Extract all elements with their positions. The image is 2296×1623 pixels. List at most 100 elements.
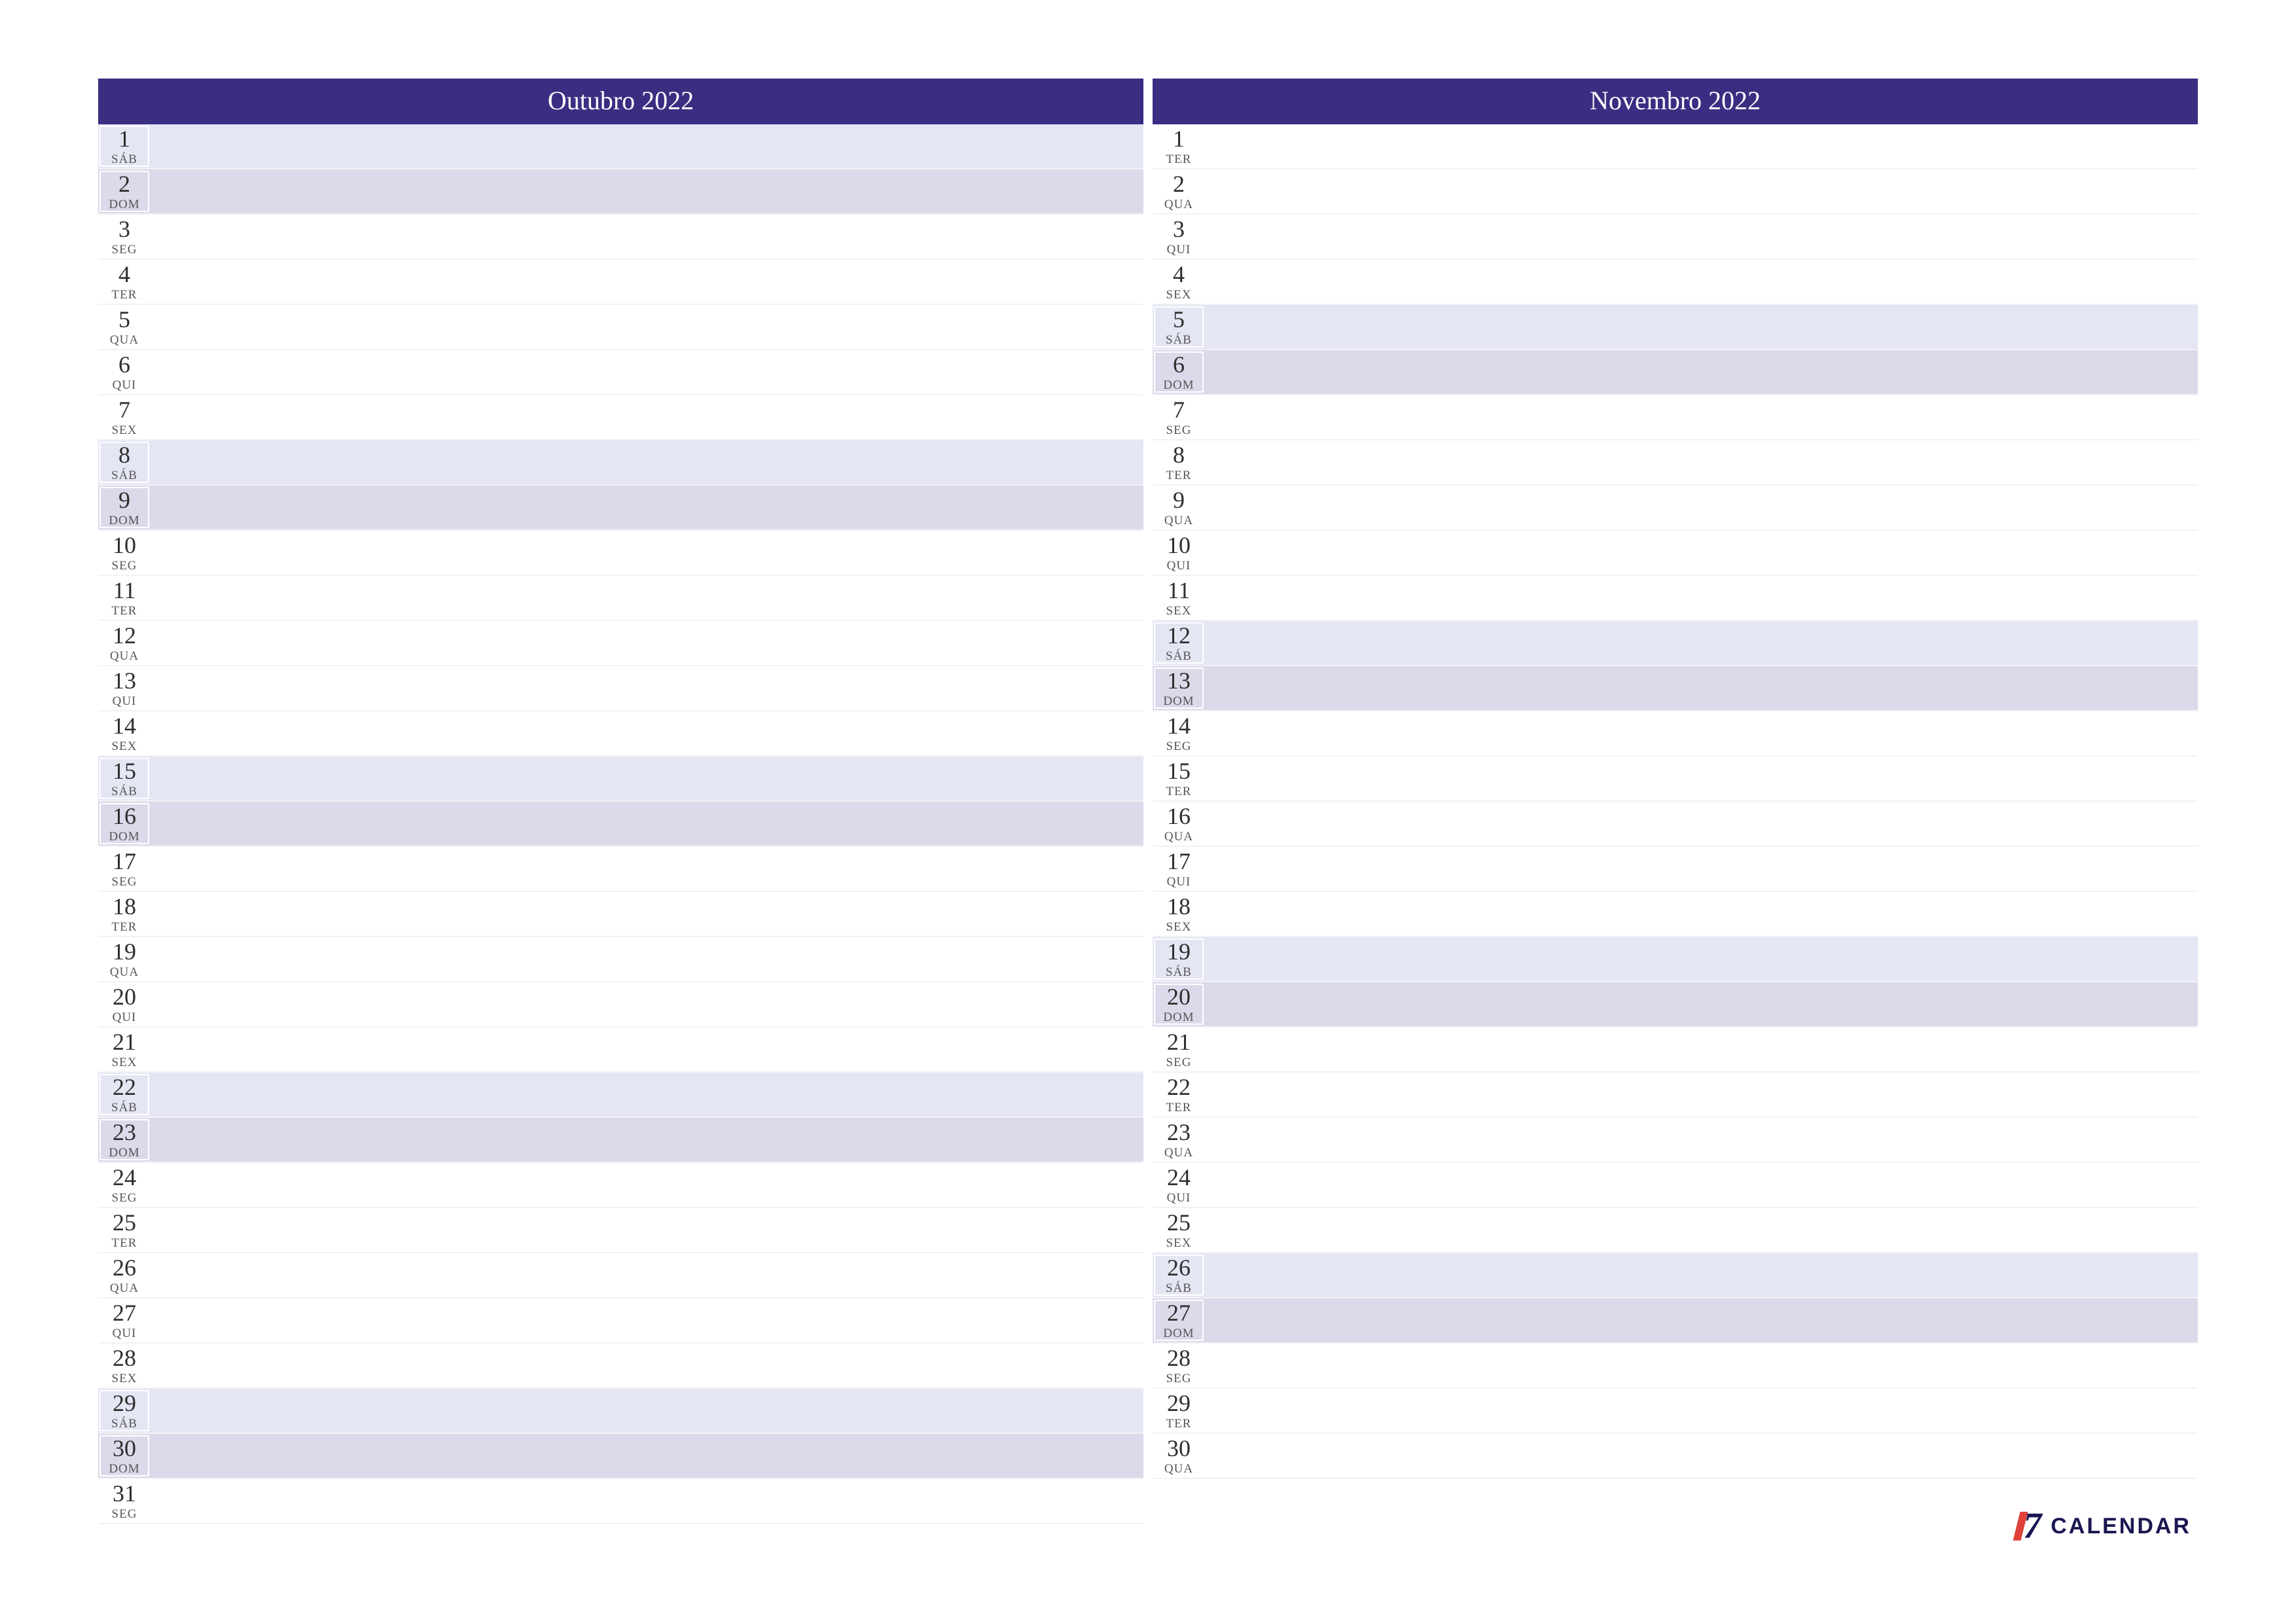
day-row: 18SEX (1153, 892, 2198, 937)
day-row: 4TER (98, 260, 1143, 305)
day-abbr: QUI (1153, 560, 1205, 572)
note-area (151, 1344, 1143, 1387)
day-cell: 10SEG (98, 531, 151, 575)
day-number: 25 (1153, 1211, 1205, 1234)
note-area (1204, 1253, 2198, 1297)
day-row: 17SEG (98, 847, 1143, 892)
day-row: 11SEX (1153, 576, 2198, 621)
day-abbr: SÁB (101, 1101, 148, 1114)
day-abbr: QUA (1153, 1463, 1205, 1475)
day-row: 28SEG (1153, 1344, 2198, 1389)
day-abbr: SEX (98, 1372, 151, 1385)
day-row: 7SEG (1153, 395, 2198, 440)
month-days: 1TER2QUA3QUI4SEX5SÁB6DOM7SEG8TER9QUA10QU… (1153, 124, 2198, 1479)
note-area (151, 982, 1143, 1026)
day-number: 4 (1153, 262, 1205, 286)
day-cell: 31SEG (98, 1479, 151, 1523)
note-area (151, 1479, 1143, 1523)
day-number: 12 (98, 624, 151, 647)
day-abbr: SÁB (101, 153, 148, 166)
day-cell: 8SÁB (99, 442, 149, 483)
day-row: 20QUI (98, 982, 1143, 1027)
note-area (151, 1298, 1143, 1342)
day-row: 11TER (98, 576, 1143, 621)
day-abbr: TER (98, 289, 151, 301)
day-cell: 30QUA (1153, 1434, 1205, 1478)
note-area (1205, 124, 2198, 168)
day-cell: 25SEX (1153, 1208, 1205, 1252)
day-cell: 29TER (1153, 1389, 1205, 1433)
day-abbr: SEG (1153, 740, 1205, 753)
note-area (1205, 169, 2198, 213)
day-abbr: SÁB (1155, 966, 1202, 978)
day-cell: 3 SEG (98, 215, 151, 259)
planner-page: Outubro 2022 1SÁB2DOM3SEG4TER5QUA6QUI7SE… (98, 79, 2198, 1524)
note-area (1205, 1389, 2198, 1433)
day-number: 16 (101, 804, 148, 828)
day-number: 15 (1153, 759, 1205, 783)
day-abbr: SEG (98, 243, 151, 256)
day-cell: 29SÁB (99, 1390, 149, 1431)
day-abbr: SEX (98, 740, 151, 753)
day-cell: 3QUI (1153, 215, 1205, 259)
day-cell: 22 SÁB (99, 1074, 149, 1115)
note-area (1205, 757, 2198, 800)
day-abbr: SEG (98, 560, 151, 572)
day-number: 27 (1155, 1301, 1202, 1325)
day-abbr: SÁB (1155, 650, 1202, 662)
day-number: 3 (98, 217, 151, 241)
day-cell: 27 DOM (1154, 1300, 1204, 1341)
day-number: 6 (98, 353, 151, 376)
day-row: 19QUA (98, 937, 1143, 982)
day-abbr: SEG (1153, 424, 1205, 437)
day-abbr: TER (98, 605, 151, 617)
day-cell: 24SEG (98, 1163, 151, 1207)
day-cell: 16QUA (1153, 802, 1205, 846)
day-abbr: DOM (1155, 1327, 1202, 1340)
day-row: 23QUA (1153, 1118, 2198, 1163)
day-abbr: TER (1153, 1418, 1205, 1430)
day-number: 19 (1155, 940, 1202, 963)
note-area (1205, 892, 2198, 936)
day-abbr: QUI (98, 695, 151, 707)
note-area (149, 486, 1143, 529)
day-number: 22 (101, 1075, 148, 1099)
day-row: 29TER (1153, 1389, 2198, 1434)
day-number: 8 (101, 443, 148, 467)
day-number: 18 (98, 895, 151, 918)
note-area (151, 666, 1143, 710)
month-column-right: Novembro 2022 1TER2QUA3QUI4SEX5SÁB6DOM7S… (1153, 79, 2198, 1524)
day-number: 12 (1155, 624, 1202, 647)
day-row: 30DOM (98, 1434, 1143, 1479)
day-row: 15SÁB (98, 757, 1143, 802)
day-number: 2 (101, 172, 148, 196)
day-cell: 13DOM (1154, 668, 1204, 709)
day-abbr: SEX (1153, 289, 1205, 301)
day-abbr: TER (98, 921, 151, 933)
day-cell: 27QUI (98, 1298, 151, 1342)
note-area (151, 576, 1143, 620)
day-cell: 26SÁB (1154, 1255, 1204, 1296)
day-row: 8TER (1153, 440, 2198, 486)
note-area (1204, 305, 2198, 349)
day-cell: 5SÁB (1154, 306, 1204, 348)
note-area (151, 847, 1143, 891)
day-row: 27 DOM (1153, 1298, 2198, 1344)
day-cell: 28SEG (1153, 1344, 1205, 1387)
day-abbr: SÁB (101, 785, 148, 798)
day-abbr: QUA (98, 966, 151, 978)
day-number: 23 (101, 1120, 148, 1144)
day-abbr: DOM (101, 1147, 148, 1159)
note-area (151, 937, 1143, 981)
day-cell: 4TER (98, 260, 151, 304)
day-abbr: DOM (101, 198, 148, 211)
day-row: 24QUI (1153, 1163, 2198, 1208)
day-row: 2QUA (1153, 169, 2198, 215)
note-area (151, 1163, 1143, 1207)
day-row: 5QUA (98, 305, 1143, 350)
day-abbr: TER (1153, 1101, 1205, 1114)
note-area (149, 802, 1143, 846)
day-number: 9 (101, 488, 148, 512)
day-row: 29SÁB (98, 1389, 1143, 1434)
day-row: 6QUI (98, 350, 1143, 395)
